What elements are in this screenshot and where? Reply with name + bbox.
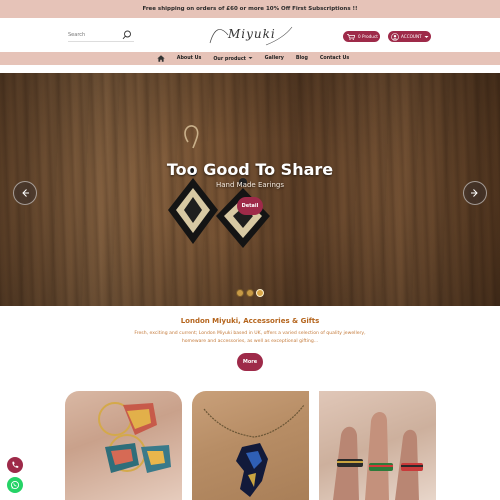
home-icon[interactable]: [157, 55, 165, 62]
cart-label: 0 Product: [358, 34, 378, 39]
horse-necklace-image: [203, 404, 305, 497]
phone-button[interactable]: [7, 457, 23, 473]
nav-item-products-label: Our product: [213, 56, 246, 62]
cart-icon: [347, 33, 355, 40]
hero-detail-button[interactable]: Detail: [237, 197, 263, 215]
account-button[interactable]: ACCOUNT: [388, 31, 431, 42]
slider-dot-3[interactable]: [256, 289, 264, 297]
chevron-right-icon: [471, 189, 478, 197]
nav-item-gallery[interactable]: Gallery: [265, 56, 284, 61]
chevron-down-icon: [424, 35, 429, 38]
cart-button[interactable]: 0 Product: [343, 31, 380, 42]
site-header: Miyuki 0 Product ACCOUNT: [0, 18, 500, 52]
intro-text: Fresh, exciting and current; London Miyu…: [134, 331, 366, 344]
chevron-left-icon: [22, 189, 29, 197]
beaded-rings-image: [333, 412, 423, 500]
nav-item-blog[interactable]: Blog: [296, 56, 308, 61]
slider-dot-2[interactable]: [246, 289, 254, 297]
more-button-label: More: [242, 359, 258, 365]
intro-title: London Miyuki, Accessories & Gifts: [180, 317, 320, 325]
hero-slider: Too Good To Share Hand Made Earings Deta…: [0, 73, 500, 306]
user-icon: [391, 32, 399, 41]
hero-detail-label: Detail: [241, 203, 259, 209]
account-label: ACCOUNT: [401, 34, 422, 39]
logo-text: Miyuki: [228, 27, 276, 41]
beaded-hoops-image: [98, 402, 171, 473]
slider-dot-1[interactable]: [236, 289, 244, 297]
phone-icon: [12, 461, 19, 468]
site-logo[interactable]: Miyuki: [206, 21, 294, 49]
slider-next-button[interactable]: [463, 181, 487, 205]
announcement-bar: Free shipping on orders of £60 or more 1…: [0, 0, 500, 18]
product-card-rings[interactable]: [319, 391, 436, 500]
search-box[interactable]: [68, 28, 134, 42]
whatsapp-button[interactable]: [7, 477, 23, 493]
product-card-necklace[interactable]: [192, 391, 309, 500]
main-nav: About Us Our product Gallery Blog Contac…: [0, 52, 500, 65]
chevron-down-icon: [248, 56, 253, 59]
nav-item-products[interactable]: Our product: [213, 56, 253, 62]
nav-item-about[interactable]: About Us: [177, 56, 202, 61]
search-input[interactable]: [68, 31, 120, 38]
product-card-earrings[interactable]: [65, 391, 182, 500]
nav-item-contact[interactable]: Contact Us: [320, 56, 349, 61]
slider-dots: [236, 289, 264, 297]
announcement-text: Free shipping on orders of £60 or more 1…: [142, 6, 358, 12]
whatsapp-icon: [10, 480, 20, 490]
hero-title: Too Good To Share: [166, 160, 334, 179]
hero-subtitle: Hand Made Earings: [215, 181, 285, 189]
more-button[interactable]: More: [237, 353, 263, 371]
slider-prev-button[interactable]: [13, 181, 37, 205]
search-icon[interactable]: [122, 30, 132, 40]
